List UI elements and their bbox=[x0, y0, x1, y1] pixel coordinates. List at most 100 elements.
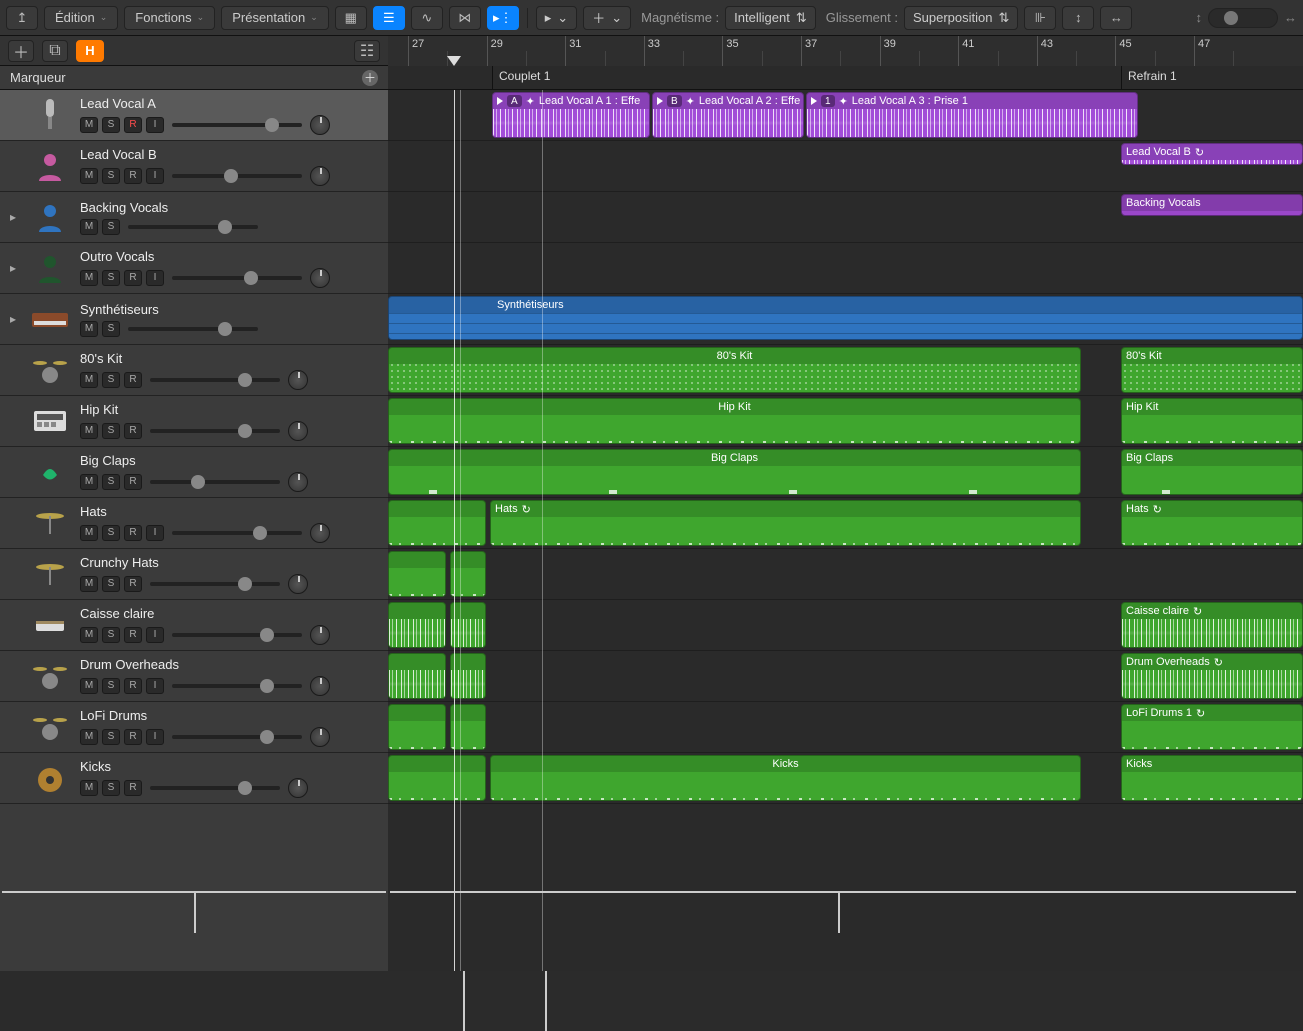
s-button[interactable]: S bbox=[102, 219, 120, 235]
region[interactable]: LoFi Drums 1↻ bbox=[1121, 704, 1303, 750]
alt-tool-select[interactable]: ＋⌄ bbox=[583, 6, 631, 30]
s-button[interactable]: S bbox=[102, 423, 120, 439]
catch-playhead-icon[interactable]: ▸⋮ bbox=[487, 6, 519, 30]
duplicate-track-button[interactable]: ⧉ bbox=[42, 40, 68, 62]
r-button[interactable]: R bbox=[124, 678, 142, 694]
region[interactable]: Big Claps bbox=[388, 449, 1081, 495]
add-track-button[interactable]: ＋ bbox=[8, 40, 34, 62]
pan-knob[interactable] bbox=[310, 268, 330, 288]
global-tracks-button[interactable]: ☷ bbox=[354, 40, 380, 62]
m-button[interactable]: M bbox=[80, 423, 98, 439]
region[interactable] bbox=[450, 551, 486, 597]
m-button[interactable]: M bbox=[80, 117, 98, 133]
region[interactable] bbox=[388, 653, 446, 699]
track-header[interactable]: LoFi DrumsMSRI bbox=[0, 702, 388, 753]
pan-knob[interactable] bbox=[310, 166, 330, 186]
region[interactable] bbox=[388, 602, 446, 648]
i-button[interactable]: I bbox=[146, 627, 164, 643]
region[interactable]: Drum Overheads↻ bbox=[1121, 653, 1303, 699]
pan-knob[interactable] bbox=[288, 421, 308, 441]
region[interactable]: A✦Lead Vocal A 1 : Effe bbox=[492, 92, 650, 138]
m-button[interactable]: M bbox=[80, 780, 98, 796]
flex-icon[interactable]: ⋈ bbox=[449, 6, 481, 30]
r-button[interactable]: R bbox=[124, 423, 142, 439]
pointer-tool-select[interactable]: ▸⌄ bbox=[536, 6, 577, 30]
automation-icon[interactable]: ∿ bbox=[411, 6, 443, 30]
i-button[interactable]: I bbox=[146, 117, 164, 133]
s-button[interactable]: S bbox=[102, 321, 120, 337]
marker-segment[interactable]: Couplet 1 bbox=[492, 66, 556, 89]
disclosure-triangle-icon[interactable]: ▸ bbox=[6, 312, 20, 326]
region[interactable]: 1✦Lead Vocal A 3 : Prise 1 bbox=[806, 92, 1138, 138]
s-button[interactable]: S bbox=[102, 117, 120, 133]
region[interactable]: Hip Kit bbox=[1121, 398, 1303, 444]
pan-knob[interactable] bbox=[288, 472, 308, 492]
region[interactable]: B✦Lead Vocal A 2 : Effe bbox=[652, 92, 804, 138]
region[interactable]: Hats↻ bbox=[1121, 500, 1303, 546]
pan-knob[interactable] bbox=[310, 115, 330, 135]
track-header[interactable]: Drum OverheadsMSRI bbox=[0, 651, 388, 702]
grid-view-icon[interactable]: ▦ bbox=[335, 6, 367, 30]
track-header[interactable]: HatsMSRI bbox=[0, 498, 388, 549]
r-button[interactable]: R bbox=[124, 117, 142, 133]
track-header[interactable]: Caisse claireMSRI bbox=[0, 600, 388, 651]
i-button[interactable]: I bbox=[146, 525, 164, 541]
m-button[interactable]: M bbox=[80, 678, 98, 694]
r-button[interactable]: R bbox=[124, 168, 142, 184]
pan-knob[interactable] bbox=[310, 523, 330, 543]
s-button[interactable]: S bbox=[102, 678, 120, 694]
pan-knob[interactable] bbox=[310, 625, 330, 645]
volume-slider[interactable] bbox=[150, 582, 280, 586]
pan-knob[interactable] bbox=[288, 370, 308, 390]
m-button[interactable]: M bbox=[80, 627, 98, 643]
m-button[interactable]: M bbox=[80, 168, 98, 184]
disclosure-triangle-icon[interactable]: ▸ bbox=[6, 261, 20, 275]
volume-slider[interactable] bbox=[172, 684, 302, 688]
pan-knob[interactable] bbox=[288, 778, 308, 798]
back-arrow-icon[interactable]: ↥ bbox=[6, 6, 38, 30]
track-header-config-button[interactable]: H bbox=[76, 40, 104, 62]
snap-select[interactable]: Intelligent ⇅ bbox=[725, 6, 816, 30]
region[interactable] bbox=[450, 704, 486, 750]
vertical-auto-zoom-icon[interactable]: ↕ bbox=[1062, 6, 1094, 30]
i-button[interactable]: I bbox=[146, 270, 164, 286]
m-button[interactable]: M bbox=[80, 270, 98, 286]
region[interactable] bbox=[388, 755, 486, 801]
s-button[interactable]: S bbox=[102, 627, 120, 643]
volume-slider[interactable] bbox=[172, 735, 302, 739]
s-button[interactable]: S bbox=[102, 780, 120, 796]
volume-slider[interactable] bbox=[150, 480, 280, 484]
track-header[interactable]: 80's KitMSR bbox=[0, 345, 388, 396]
r-button[interactable]: R bbox=[124, 576, 142, 592]
track-header[interactable]: Hip KitMSR bbox=[0, 396, 388, 447]
volume-slider[interactable] bbox=[172, 633, 302, 637]
region[interactable]: Kicks bbox=[490, 755, 1081, 801]
track-header[interactable]: Lead Vocal AMSRI bbox=[0, 90, 388, 141]
track-header[interactable]: ▸Outro VocalsMSRI bbox=[0, 243, 388, 294]
region[interactable]: Lead Vocal B↻ bbox=[1121, 143, 1303, 165]
drag-select[interactable]: Superposition ⇅ bbox=[904, 6, 1018, 30]
volume-slider[interactable] bbox=[128, 327, 258, 331]
s-button[interactable]: S bbox=[102, 270, 120, 286]
region[interactable]: Hip Kit bbox=[388, 398, 1081, 444]
track-header[interactable]: ▸SynthétiseursMS bbox=[0, 294, 388, 345]
r-button[interactable]: R bbox=[124, 372, 142, 388]
region[interactable]: Caisse claire↻ bbox=[1121, 602, 1303, 648]
i-button[interactable]: I bbox=[146, 678, 164, 694]
track-header[interactable]: Crunchy HatsMSR bbox=[0, 549, 388, 600]
horizontal-auto-zoom-icon[interactable]: ↔ bbox=[1100, 6, 1132, 30]
m-button[interactable]: M bbox=[80, 372, 98, 388]
volume-slider[interactable] bbox=[172, 123, 302, 127]
region[interactable]: Kicks bbox=[1121, 755, 1303, 801]
m-button[interactable]: M bbox=[80, 219, 98, 235]
r-button[interactable]: R bbox=[124, 474, 142, 490]
edit-menu[interactable]: Édition ⌄ bbox=[44, 6, 118, 30]
region[interactable] bbox=[450, 653, 486, 699]
pan-knob[interactable] bbox=[310, 676, 330, 696]
vertical-zoom-slider[interactable] bbox=[1208, 8, 1278, 28]
m-button[interactable]: M bbox=[80, 474, 98, 490]
r-button[interactable]: R bbox=[124, 627, 142, 643]
region[interactable]: Big Claps bbox=[1121, 449, 1303, 495]
bar-ruler[interactable]: 2729313335373941434547 bbox=[388, 36, 1303, 66]
pan-knob[interactable] bbox=[288, 574, 308, 594]
